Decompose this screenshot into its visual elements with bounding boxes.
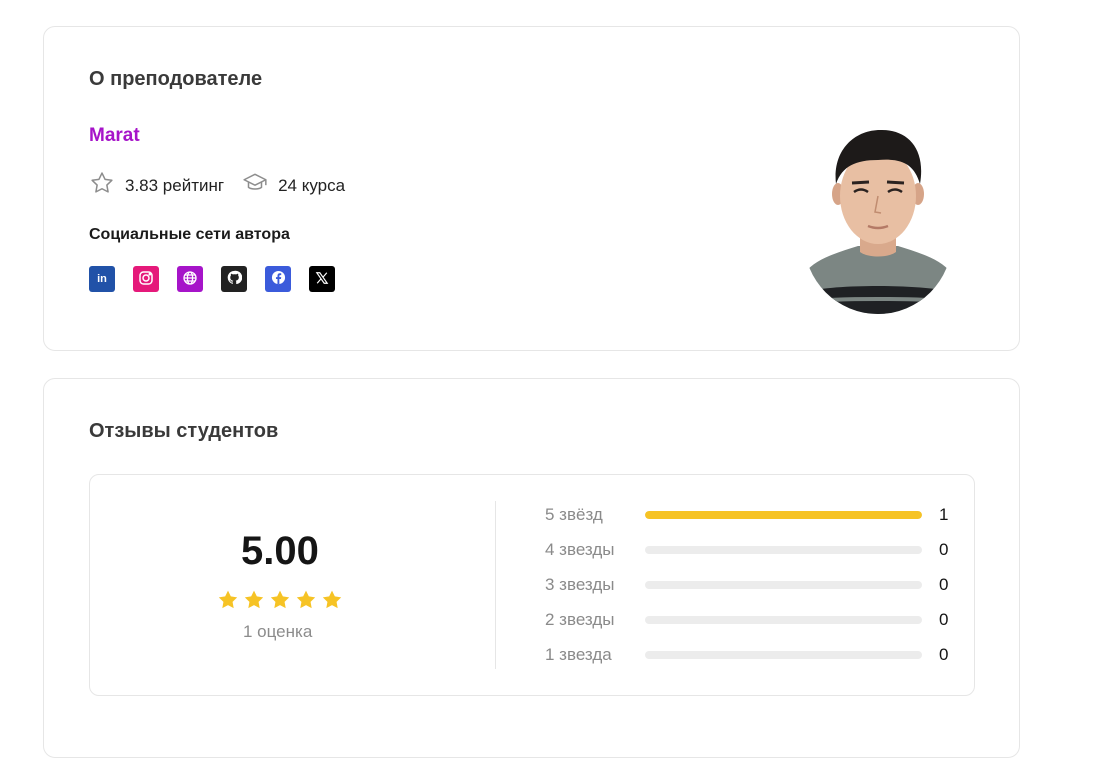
rating-stars [217, 589, 347, 616]
distribution-row: 1 звезда 0 [545, 643, 955, 667]
website-link[interactable] [177, 266, 203, 292]
distribution-row: 5 звёзд 1 [545, 503, 955, 527]
teacher-section-title: О преподователе [89, 68, 263, 90]
teacher-stats: 3.83 рейтинг 24 курса [89, 170, 363, 201]
distribution-label: 3 звезды [545, 575, 615, 594]
distribution-row: 4 звезды 0 [545, 538, 955, 562]
globe-icon [182, 270, 198, 289]
distribution-count: 0 [939, 540, 949, 559]
distribution-label: 2 звезды [545, 610, 615, 629]
courses-stat: 24 курса [242, 170, 345, 201]
distribution-bar [645, 581, 922, 589]
star-icon [321, 589, 347, 616]
distribution-bar [645, 546, 922, 554]
x-link[interactable] [309, 266, 335, 292]
distribution-label: 5 звёзд [545, 505, 603, 524]
linkedin-link[interactable]: in [89, 266, 115, 292]
github-icon [227, 270, 242, 288]
reviews-section-title: Отзывы студентов [89, 420, 279, 442]
teacher-name-link[interactable]: Marat [89, 125, 140, 147]
star-outline-icon [89, 170, 125, 201]
distribution-bar-fill [645, 511, 922, 519]
star-icon [269, 589, 295, 616]
distribution-bar [645, 511, 922, 519]
distribution-count: 1 [939, 505, 949, 524]
rating-stat: 3.83 рейтинг [89, 170, 224, 201]
distribution-bar [645, 651, 922, 659]
rating-summary: 5.00 1 оценка 5 звёзд 1 4 звезды 0 3 звезды 0… [89, 474, 975, 696]
facebook-icon [271, 270, 286, 288]
courses-text: 24 курса [278, 175, 346, 195]
social-networks-title: Социальные сети автора [89, 226, 290, 243]
instagram-link[interactable] [133, 266, 159, 292]
github-link[interactable] [221, 266, 247, 292]
instagram-icon [138, 270, 154, 289]
star-icon [217, 589, 243, 616]
linkedin-icon: in [97, 273, 107, 285]
distribution-row: 3 звезды 0 [545, 573, 955, 597]
social-links: in [89, 266, 353, 292]
distribution-count: 0 [939, 645, 949, 664]
distribution-count: 0 [939, 575, 949, 594]
rating-text: 3.83 рейтинг [125, 175, 225, 195]
star-icon [295, 589, 321, 616]
reviews-card: Отзывы студентов 5.00 1 оценка 5 звёзд 1 4… [43, 378, 1020, 758]
facebook-link[interactable] [265, 266, 291, 292]
summary-divider [495, 501, 496, 669]
distribution-row: 2 звезды 0 [545, 608, 955, 632]
teacher-avatar [804, 124, 952, 314]
distribution-bar [645, 616, 922, 624]
average-rating: 5.00 [241, 529, 319, 573]
graduation-cap-icon [242, 170, 278, 201]
distribution-label: 1 звезда [545, 645, 612, 664]
distribution-label: 4 звезды [545, 540, 615, 559]
star-icon [243, 589, 269, 616]
x-icon [315, 271, 329, 288]
teacher-card: О преподователе Marat 3.83 рейтинг 24 ку… [43, 26, 1020, 351]
rating-count: 1 оценка [243, 622, 313, 641]
distribution-count: 0 [939, 610, 949, 629]
